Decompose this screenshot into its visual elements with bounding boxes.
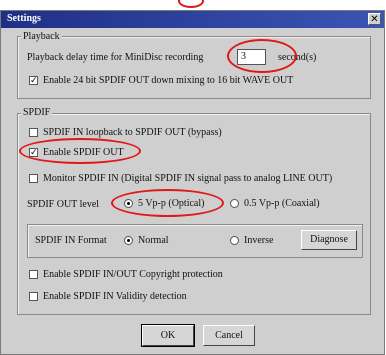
copyright-checkbox[interactable] (29, 270, 38, 279)
loopback-checkbox[interactable] (29, 128, 38, 137)
delay-label: Playback delay time for MiniDisc recordi… (27, 52, 204, 63)
monitor-spdif-checkbox[interactable] (29, 174, 38, 183)
check-icon: ✓ (30, 75, 38, 85)
format-normal-radio[interactable] (124, 236, 133, 245)
ok-button[interactable]: OK (141, 324, 195, 347)
out-level-coaxial-label: 0.5 Vp-p (Coaxial) (244, 198, 320, 209)
loopback-label: SPDIF IN loopback to SPDIF OUT (bypass) (43, 127, 222, 138)
delay-annotation-ellipse (227, 39, 297, 73)
out-level-annotation-ellipse (111, 189, 224, 217)
monitor-spdif-label: Monitor SPDIF IN (Digital SPDIF IN signa… (43, 173, 333, 184)
settings-dialog: Settings ✕ Playback Playback delay time … (0, 10, 385, 355)
title-bar: Settings ✕ (1, 11, 384, 28)
validity-label: Enable SPDIF IN Validity detection (43, 291, 187, 302)
out-level-label: SPDIF OUT level (27, 199, 100, 210)
out-level-coaxial-radio[interactable] (230, 199, 239, 208)
validity-checkbox[interactable] (29, 292, 38, 301)
diagnose-button[interactable]: Diagnose (301, 230, 357, 250)
format-inverse-label: Inverse (244, 235, 274, 246)
enable-out-annotation-ellipse (19, 138, 141, 164)
format-inverse-radio[interactable] (230, 236, 239, 245)
enable-24bit-checkbox[interactable]: ✓ (29, 76, 38, 85)
top-annotation-ellipse (178, 0, 204, 8)
enable-24bit-label: Enable 24 bit SPDIF OUT down mixing to 1… (43, 75, 294, 86)
spdif-group-label: SPDIF (21, 107, 53, 118)
playback-group (17, 36, 371, 99)
cancel-button[interactable]: Cancel (203, 325, 255, 346)
close-icon[interactable]: ✕ (368, 13, 381, 25)
format-normal-label: Normal (138, 235, 169, 246)
copyright-label: Enable SPDIF IN/OUT Copyright protection (43, 269, 223, 280)
window-title: Settings (7, 13, 41, 24)
playback-group-label: Playback (21, 31, 62, 42)
format-label: SPDIF IN Format (35, 235, 107, 246)
